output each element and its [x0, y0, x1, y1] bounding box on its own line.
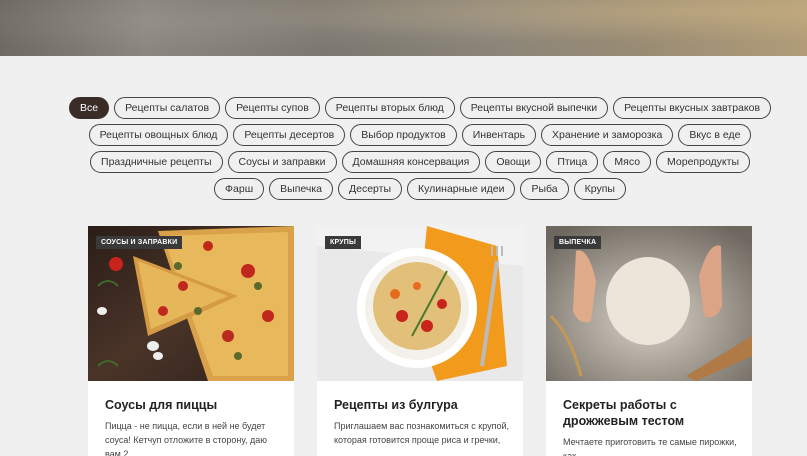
article-excerpt: Пицца - не пицца, если в ней не будет со…: [105, 421, 268, 456]
filter-mince[interactable]: Фарш: [214, 178, 265, 200]
category-badge[interactable]: КРУПЫ: [325, 236, 362, 249]
article-title[interactable]: Соусы для пиццы: [105, 397, 285, 413]
filter-equipment[interactable]: Инвентарь: [461, 124, 537, 146]
article-excerpt: Приглашаем вас познакомиться с крупой, к…: [334, 421, 510, 445]
article-image[interactable]: СОУСЫ И ЗАПРАВКИ: [88, 226, 294, 381]
article-card[interactable]: ВЫПЕЧКА Секреты работы с дрожжевым тесто…: [546, 226, 752, 456]
filter-pastry[interactable]: Выпечка: [269, 178, 334, 200]
filter-sauces[interactable]: Соусы и заправки: [227, 151, 337, 173]
hero-banner: [0, 0, 807, 56]
filter-holiday[interactable]: Праздничные рецепты: [90, 151, 223, 173]
article-cards: СОУСЫ И ЗАПРАВКИ Соусы для пиццы Пицца -…: [88, 226, 752, 456]
article-excerpt: Мечтаете приготовить те самые пирожки, к…: [563, 437, 737, 456]
category-badge[interactable]: ВЫПЕЧКА: [554, 236, 602, 249]
filter-baking[interactable]: Рецепты вкусной выпечки: [459, 97, 609, 119]
filter-row: Фарш Выпечка Десерты Кулинарные идеи Рыб…: [88, 178, 752, 200]
filter-grains[interactable]: Крупы: [573, 178, 626, 200]
filter-poultry[interactable]: Птица: [546, 151, 599, 173]
filter-preserves[interactable]: Домашняя консервация: [341, 151, 481, 173]
filter-row: Праздничные рецепты Соусы и заправки Дом…: [88, 151, 752, 173]
dough-image: [546, 226, 752, 381]
filter-all[interactable]: Все: [68, 97, 110, 119]
filter-desserts[interactable]: Десерты: [338, 178, 403, 200]
article-image[interactable]: ВЫПЕЧКА: [546, 226, 752, 381]
filter-salads[interactable]: Рецепты салатов: [114, 97, 221, 119]
category-filter: Все Рецепты салатов Рецепты супов Рецепт…: [68, 97, 772, 205]
filter-vegetable-dishes[interactable]: Рецепты овощных блюд: [88, 124, 229, 146]
filter-cooking-ideas[interactable]: Кулинарные идеи: [407, 178, 516, 200]
filter-breakfasts[interactable]: Рецепты вкусных завтраков: [613, 97, 772, 119]
article-card[interactable]: КРУПЫ Рецепты из булгура Приглашаем вас …: [317, 226, 523, 456]
filter-taste[interactable]: Вкус в еде: [678, 124, 752, 146]
filter-main-dishes[interactable]: Рецепты вторых блюд: [324, 97, 455, 119]
filter-product-choice[interactable]: Выбор продуктов: [350, 124, 457, 146]
pizza-image: [88, 226, 294, 381]
filter-row: Все Рецепты салатов Рецепты супов Рецепт…: [68, 97, 772, 119]
filter-vegetables[interactable]: Овощи: [485, 151, 542, 173]
filter-seafood[interactable]: Морепродукты: [656, 151, 750, 173]
article-card[interactable]: СОУСЫ И ЗАПРАВКИ Соусы для пиццы Пицца -…: [88, 226, 294, 456]
article-image[interactable]: КРУПЫ: [317, 226, 523, 381]
article-title[interactable]: Секреты работы с дрожжевым тестом: [563, 397, 743, 429]
bulgur-image: [317, 226, 523, 381]
filter-fish[interactable]: Рыба: [520, 178, 569, 200]
article-title[interactable]: Рецепты из булгура: [334, 397, 514, 413]
filter-soups[interactable]: Рецепты супов: [225, 97, 320, 119]
filter-desserts-recipes[interactable]: Рецепты десертов: [233, 124, 346, 146]
filter-storage[interactable]: Хранение и заморозка: [541, 124, 674, 146]
filter-meat[interactable]: Мясо: [603, 151, 652, 173]
category-badge[interactable]: СОУСЫ И ЗАПРАВКИ: [96, 236, 183, 249]
filter-row: Рецепты овощных блюд Рецепты десертов Вы…: [88, 124, 752, 146]
